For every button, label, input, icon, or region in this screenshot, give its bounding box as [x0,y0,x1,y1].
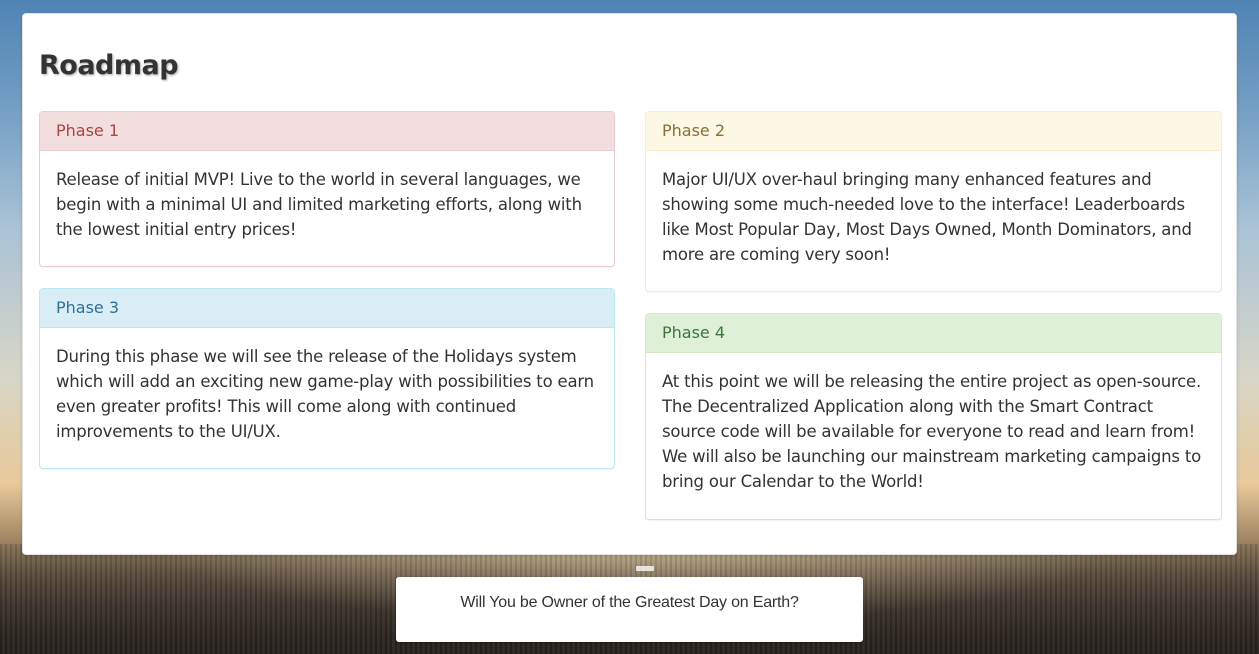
phase-1-heading: Phase 1 [40,112,614,151]
roadmap-card: Roadmap Phase 1 Release of initial MVP! … [22,13,1237,555]
phase-1-panel: Phase 1 Release of initial MVP! Live to … [39,111,615,267]
road-center-line [636,566,654,571]
phase-3-panel: Phase 3 During this phase we will see th… [39,288,615,469]
phase-2-body: Major UI/UX over-haul bringing many enha… [662,170,1192,264]
phase-2-panel: Phase 2 Major UI/UX over-haul bringing m… [645,111,1222,292]
phase-3-body: During this phase we will see the releas… [56,347,594,441]
phase-2-heading: Phase 2 [646,112,1221,151]
phase-1-body: Release of initial MVP! Live to the worl… [56,170,582,239]
cta-box: Will You be Owner of the Greatest Day on… [396,577,863,642]
phase-4-panel: Phase 4 At this point we will be releasi… [645,313,1222,520]
phase-4-heading: Phase 4 [646,314,1221,353]
page-title: Roadmap [39,50,179,81]
cta-text: Will You be Owner of the Greatest Day on… [460,594,799,611]
phase-3-heading: Phase 3 [40,289,614,328]
phase-4-body: At this point we will be releasing the e… [662,372,1202,491]
